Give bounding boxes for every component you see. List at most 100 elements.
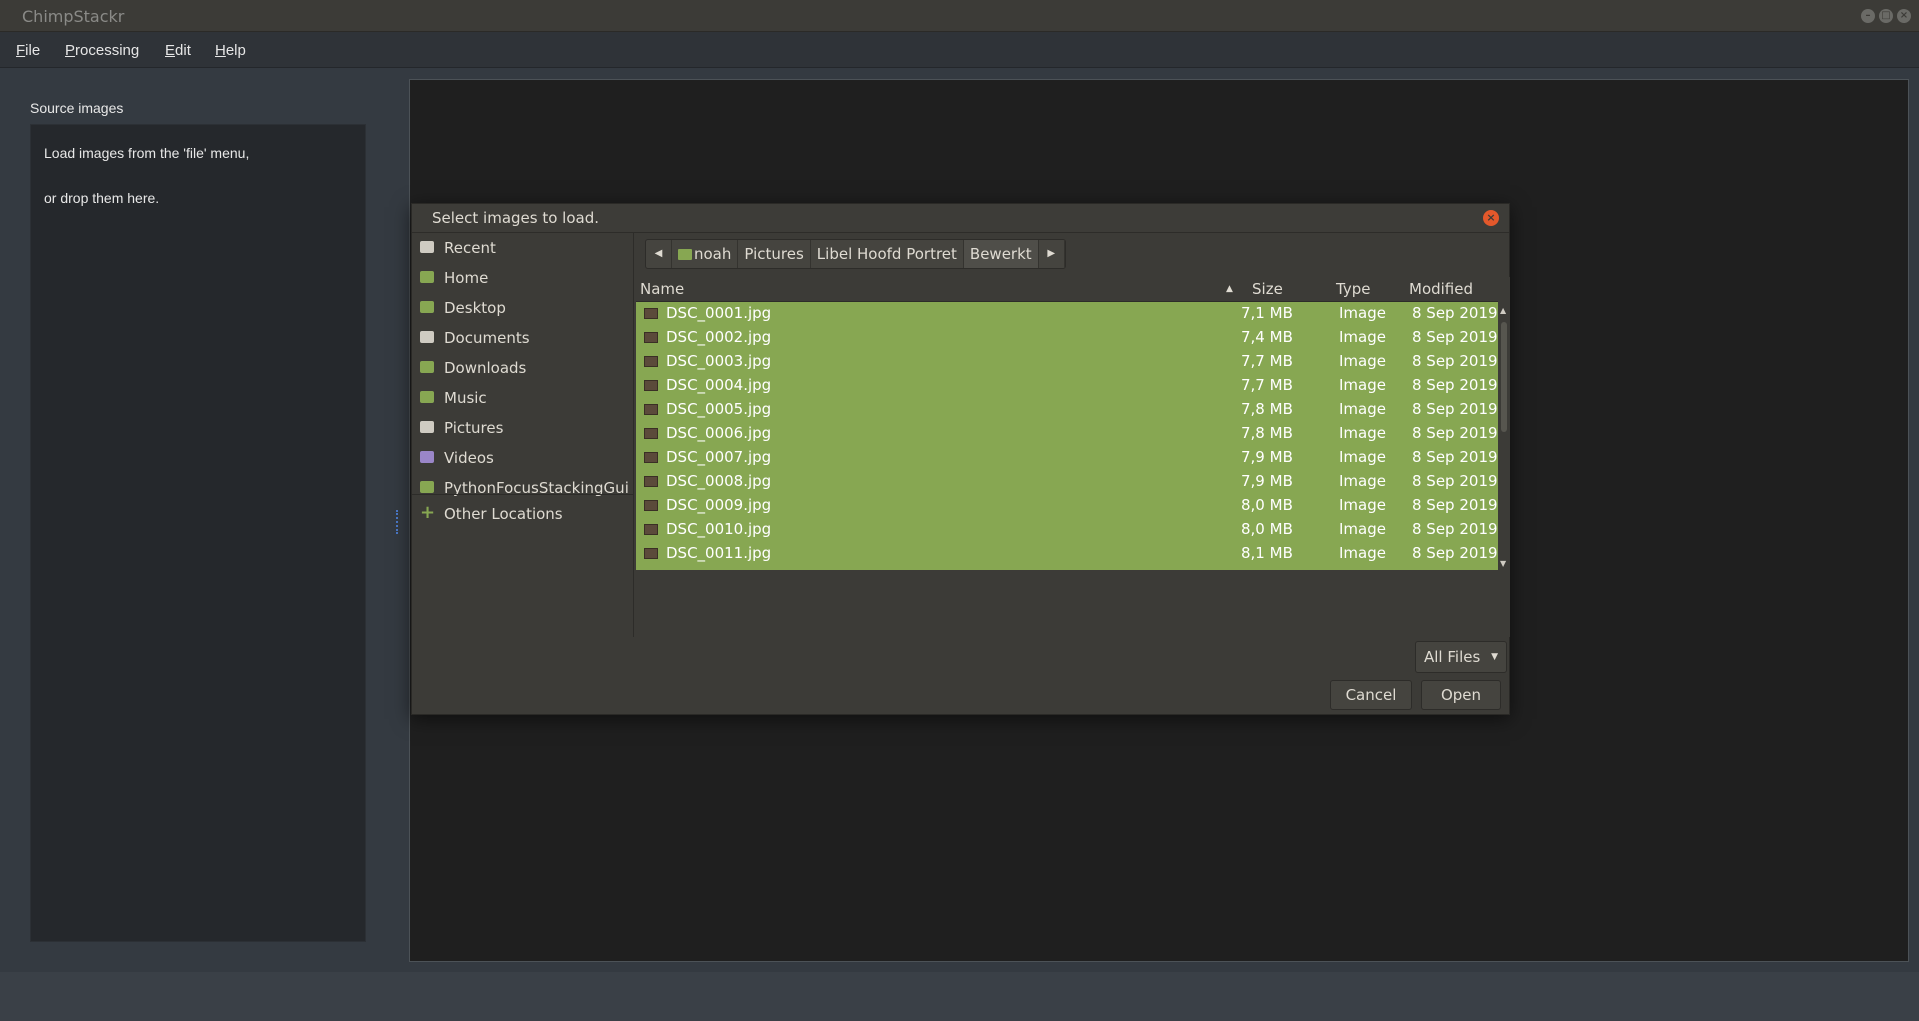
place-label: Desktop	[444, 299, 506, 317]
window-titlebar[interactable]: ChimpStackr – □ ×	[0, 0, 1919, 32]
dialog-close-button[interactable]: ×	[1483, 210, 1499, 226]
home-icon	[420, 271, 434, 283]
dialog-header[interactable]: Select images to load. ×	[412, 204, 1509, 233]
file-row[interactable]: DSC_0012.jpg 8,3 MB Image 8 Sep 2019	[636, 566, 1498, 570]
file-size: 7,9 MB	[1241, 448, 1293, 466]
path-crumb-bewerkt[interactable]: Bewerkt	[963, 240, 1039, 268]
cancel-button[interactable]: Cancel	[1330, 680, 1412, 710]
file-size: 7,7 MB	[1241, 376, 1293, 394]
menu-file[interactable]: File	[16, 42, 40, 59]
file-list: Name ▲ Size Type Modified DSC_0001.jpg 7,…	[636, 277, 1510, 637]
place-label: Pictures	[444, 419, 504, 437]
place-label: Music	[444, 389, 487, 407]
file-name: DSC_0003.jpg	[666, 352, 772, 370]
file-modified: 8 Sep 2019	[1412, 304, 1498, 322]
file-row[interactable]: DSC_0011.jpg 8,1 MB Image 8 Sep 2019	[636, 542, 1498, 566]
places-separator	[412, 494, 634, 495]
file-row[interactable]: DSC_0001.jpg 7,1 MB Image 8 Sep 2019	[636, 302, 1498, 326]
place-documents[interactable]: Documents	[412, 325, 634, 353]
file-size: 7,9 MB	[1241, 472, 1293, 490]
minimize-button[interactable]: –	[1861, 9, 1875, 23]
window-close-button[interactable]: ×	[1897, 9, 1911, 23]
place-videos[interactable]: Videos	[412, 445, 634, 473]
place-label: Documents	[444, 329, 530, 347]
file-type: Image	[1339, 520, 1386, 538]
file-row[interactable]: DSC_0006.jpg 7,8 MB Image 8 Sep 2019	[636, 422, 1498, 446]
path-crumb-noah[interactable]: noah	[672, 240, 739, 268]
file-row[interactable]: DSC_0008.jpg 7,9 MB Image 8 Sep 2019	[636, 470, 1498, 494]
folder-icon	[678, 249, 692, 260]
file-list-scrollbar[interactable]: ▲ ▼	[1498, 302, 1510, 570]
file-type-filter[interactable]: All Files ▼	[1415, 641, 1507, 673]
path-back-button[interactable]: ◀	[646, 240, 672, 268]
place-label: Home	[444, 269, 489, 287]
file-row[interactable]: DSC_0007.jpg 7,9 MB Image 8 Sep 2019	[636, 446, 1498, 470]
file-size: 8,0 MB	[1241, 520, 1293, 538]
clock-icon	[420, 241, 434, 253]
file-name: DSC_0007.jpg	[666, 448, 772, 466]
column-header-modified[interactable]: Modified	[1409, 280, 1473, 298]
dropzone-hint-line1: Load images from the 'file' menu,	[44, 145, 250, 161]
place-pictures[interactable]: Pictures	[412, 415, 634, 443]
file-size: 8,3 MB	[1241, 568, 1293, 570]
file-row[interactable]: DSC_0002.jpg 7,4 MB Image 8 Sep 2019	[636, 326, 1498, 350]
place-desktop[interactable]: Desktop	[412, 295, 634, 323]
file-chooser-dialog: Select images to load. × Recent Home Deskt…	[411, 203, 1510, 715]
dropzone-hint-line2: or drop them here.	[44, 190, 160, 206]
file-name: DSC_0011.jpg	[666, 544, 772, 562]
file-type: Image	[1339, 376, 1386, 394]
file-row[interactable]: DSC_0005.jpg 7,8 MB Image 8 Sep 2019	[636, 398, 1498, 422]
place-recent[interactable]: Recent	[412, 235, 634, 263]
sort-ascending-icon: ▲	[1226, 284, 1233, 294]
window-controls: – □ ×	[1861, 9, 1911, 23]
file-modified: 8 Sep 2019	[1412, 424, 1498, 442]
file-type: Image	[1339, 328, 1386, 346]
chevron-down-icon: ▼	[1491, 652, 1498, 662]
scroll-down-icon[interactable]: ▼	[1500, 559, 1506, 568]
file-row[interactable]: DSC_0003.jpg 7,7 MB Image 8 Sep 2019	[636, 350, 1498, 374]
file-name: DSC_0001.jpg	[666, 304, 772, 322]
file-row[interactable]: DSC_0010.jpg 8,0 MB Image 8 Sep 2019	[636, 518, 1498, 542]
image-file-icon	[644, 380, 658, 391]
file-size: 7,4 MB	[1241, 328, 1293, 346]
path-forward-button[interactable]: ▶	[1039, 240, 1065, 268]
place-downloads[interactable]: Downloads	[412, 355, 634, 383]
desktop-icon	[420, 301, 434, 313]
scroll-up-icon[interactable]: ▲	[1500, 306, 1506, 315]
dialog-title: Select images to load.	[432, 209, 599, 227]
scrollbar-thumb[interactable]	[1501, 322, 1507, 432]
path-crumb-libel-hoofd-portret[interactable]: Libel Hoofd Portret	[811, 240, 964, 268]
music-icon	[420, 391, 434, 403]
source-images-label: Source images	[30, 100, 124, 116]
place-pythonfocusstackinggui[interactable]: PythonFocusStackingGui	[412, 475, 634, 503]
path-crumb-pictures[interactable]: Pictures	[738, 240, 811, 268]
column-header-name[interactable]: Name	[640, 280, 684, 298]
file-row[interactable]: DSC_0004.jpg 7,7 MB Image 8 Sep 2019	[636, 374, 1498, 398]
column-header-type[interactable]: Type	[1336, 280, 1370, 298]
file-name: DSC_0008.jpg	[666, 472, 772, 490]
file-type: Image	[1339, 448, 1386, 466]
file-name: DSC_0006.jpg	[666, 424, 772, 442]
image-file-icon	[644, 356, 658, 367]
menu-help[interactable]: Help	[215, 42, 246, 59]
image-file-icon	[644, 308, 658, 319]
file-name: DSC_0012.jpg	[666, 568, 771, 570]
place-label: Downloads	[444, 359, 527, 377]
open-button[interactable]: Open	[1421, 680, 1501, 710]
menu-processing[interactable]: Processing	[65, 42, 139, 59]
maximize-button[interactable]: □	[1879, 9, 1893, 23]
place-label: Other Locations	[444, 505, 563, 523]
source-images-dropzone[interactable]: Load images from the 'file' menu, or dro…	[30, 124, 366, 942]
panel-splitter-handle[interactable]	[396, 510, 399, 534]
place-other-locations[interactable]: + Other Locations	[412, 501, 634, 529]
place-home[interactable]: Home	[412, 265, 634, 293]
file-row[interactable]: DSC_0009.jpg 8,0 MB Image 8 Sep 2019	[636, 494, 1498, 518]
column-header-size[interactable]: Size	[1252, 280, 1283, 298]
file-name: DSC_0010.jpg	[666, 520, 772, 538]
file-size: 8,1 MB	[1241, 544, 1293, 562]
file-type: Image	[1339, 496, 1386, 514]
path-bar: ◀ noah Pictures Libel Hoofd Portret Bewe…	[645, 239, 1066, 269]
place-music[interactable]: Music	[412, 385, 634, 413]
menu-edit[interactable]: Edit	[165, 42, 191, 59]
file-modified: 8 Sep 2019	[1412, 400, 1498, 418]
